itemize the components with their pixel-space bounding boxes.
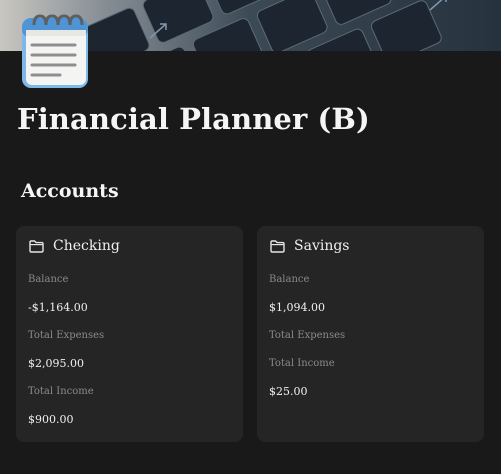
accounts-heading: Accounts bbox=[21, 180, 119, 202]
total-expenses-label: Total Expenses bbox=[28, 330, 105, 341]
balance-value: $1,094.00 bbox=[269, 301, 325, 314]
total-income-value: $25.00 bbox=[269, 385, 308, 398]
account-card-savings[interactable]: Savings Balance $1,094.00 Total Expenses… bbox=[257, 226, 484, 442]
total-expenses-label: Total Expenses bbox=[269, 330, 346, 341]
accounts-gallery: Checking Balance -$1,164.00 Total Expens… bbox=[0, 218, 501, 458]
notepad-icon[interactable] bbox=[20, 10, 90, 88]
card-title: Checking bbox=[53, 238, 120, 254]
total-income-value: $900.00 bbox=[28, 413, 74, 426]
card-header: Checking bbox=[29, 238, 120, 254]
page-title[interactable]: Financial Planner (B) bbox=[17, 102, 370, 136]
balance-label: Balance bbox=[28, 274, 69, 285]
balance-label: Balance bbox=[269, 274, 310, 285]
balance-value: -$1,164.00 bbox=[28, 301, 88, 314]
total-expenses-value: $2,095.00 bbox=[28, 357, 84, 370]
card-header: Savings bbox=[270, 238, 350, 254]
folder-icon bbox=[29, 239, 44, 253]
total-income-label: Total Income bbox=[28, 386, 94, 397]
total-income-label: Total Income bbox=[269, 358, 335, 369]
folder-icon bbox=[270, 239, 285, 253]
account-card-checking[interactable]: Checking Balance -$1,164.00 Total Expens… bbox=[16, 226, 243, 442]
card-title: Savings bbox=[294, 238, 350, 254]
